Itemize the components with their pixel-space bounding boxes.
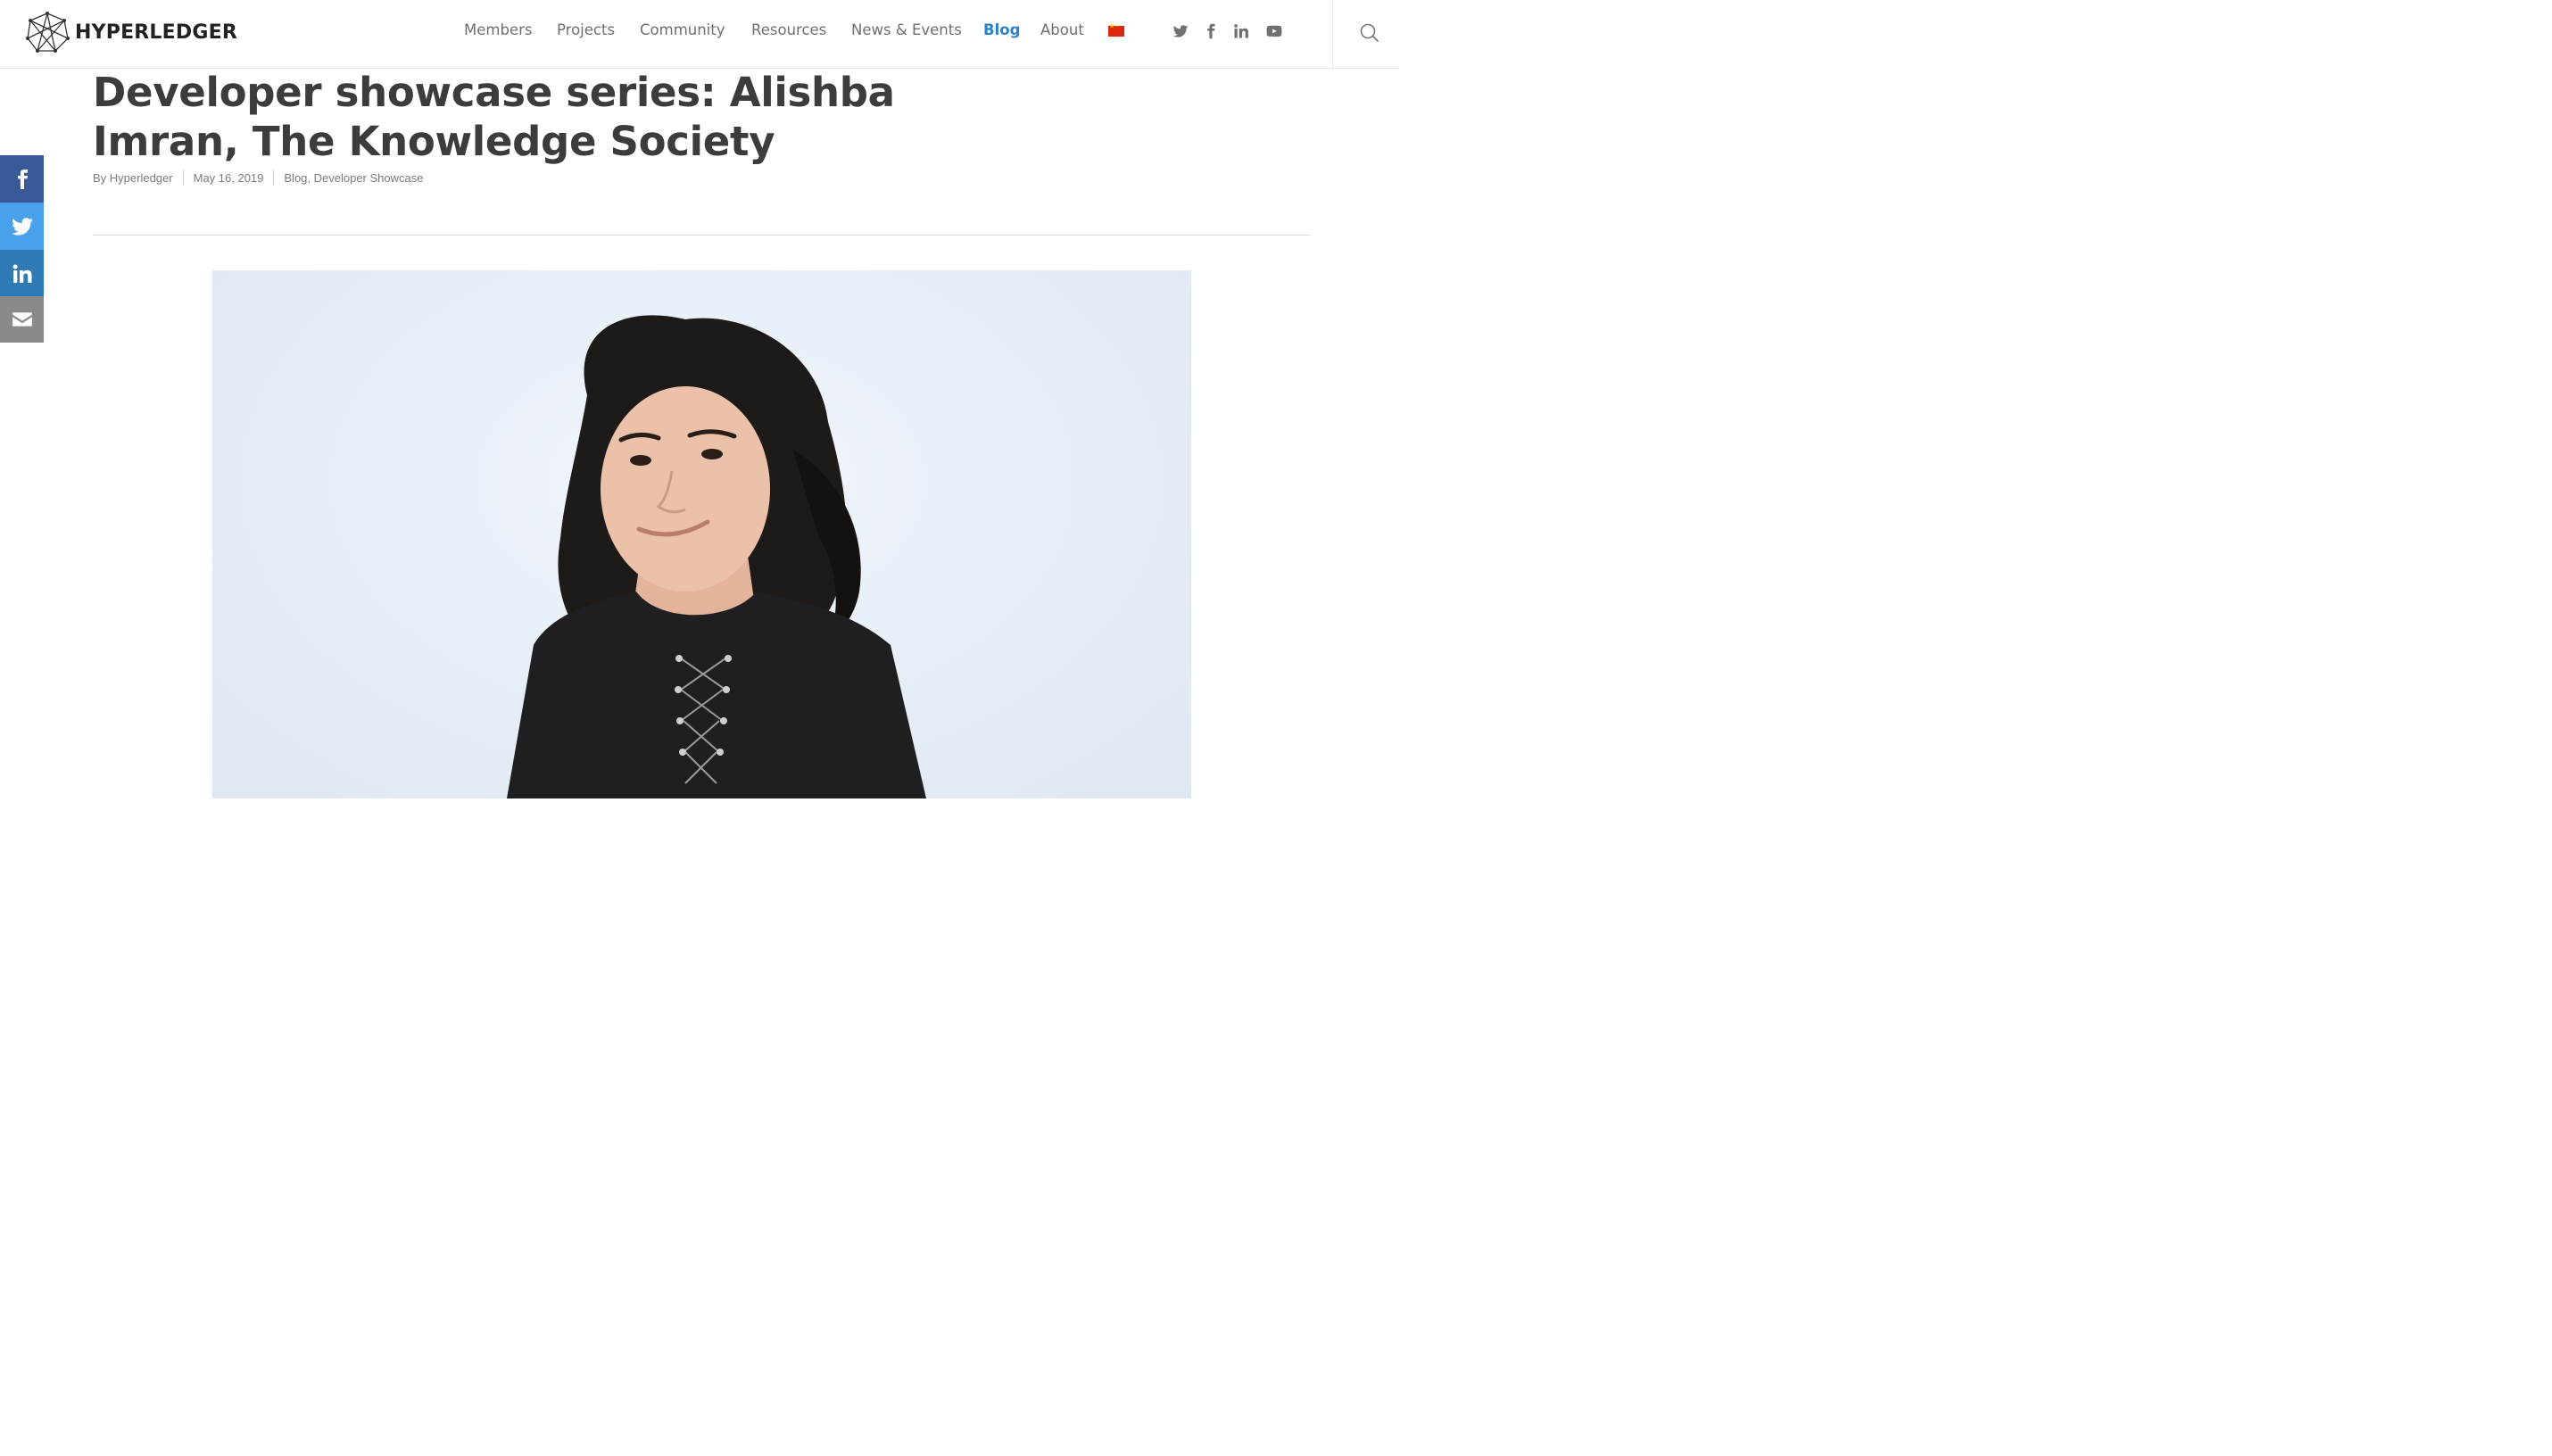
facebook-icon bbox=[17, 169, 28, 189]
meta-separator bbox=[273, 170, 275, 186]
share-email-button[interactable] bbox=[0, 296, 44, 343]
article-categories[interactable]: Blog, Developer Showcase bbox=[284, 171, 423, 185]
title-divider bbox=[93, 235, 1311, 236]
share-facebook-button[interactable] bbox=[0, 155, 44, 203]
portrait-illustration bbox=[507, 315, 926, 798]
linkedin-icon[interactable] bbox=[1231, 20, 1251, 43]
site-header: HYPERLEDGER Members Projects Community R… bbox=[0, 0, 1399, 69]
china-flag-icon[interactable] bbox=[1108, 22, 1124, 37]
article-author[interactable]: By Hyperledger bbox=[93, 171, 173, 185]
twitter-icon bbox=[11, 217, 33, 236]
featured-photo bbox=[212, 270, 1191, 798]
header-divider bbox=[1332, 0, 1333, 69]
nav-resources[interactable]: Resources bbox=[751, 21, 826, 38]
article-title: Developer showcase series: Alishba Imran… bbox=[93, 69, 895, 165]
nav-about[interactable]: About bbox=[1040, 21, 1084, 38]
article-date: May 16, 2019 bbox=[193, 170, 264, 185]
search-icon[interactable] bbox=[1358, 21, 1381, 45]
hyperledger-logo-icon bbox=[26, 12, 70, 53]
nav-members[interactable]: Members bbox=[464, 21, 532, 38]
meta-separator bbox=[182, 170, 184, 186]
nav-projects[interactable]: Projects bbox=[557, 21, 615, 38]
twitter-icon[interactable] bbox=[1171, 20, 1190, 43]
nav-blog[interactable]: Blog bbox=[983, 21, 1020, 38]
site-logo[interactable]: HYPERLEDGER bbox=[25, 12, 237, 53]
email-icon bbox=[12, 312, 32, 327]
logo-text: HYPERLEDGER bbox=[75, 21, 237, 44]
nav-community[interactable]: Community bbox=[640, 21, 725, 38]
nav-news-events[interactable]: News & Events bbox=[851, 21, 962, 38]
linkedin-icon bbox=[12, 264, 31, 283]
share-linkedin-button[interactable] bbox=[0, 250, 44, 297]
article-meta: By Hyperledger May 16, 2019 Blog, Develo… bbox=[93, 170, 423, 186]
youtube-icon[interactable] bbox=[1264, 20, 1284, 43]
share-twitter-button[interactable] bbox=[0, 203, 44, 250]
facebook-icon[interactable] bbox=[1201, 20, 1221, 43]
